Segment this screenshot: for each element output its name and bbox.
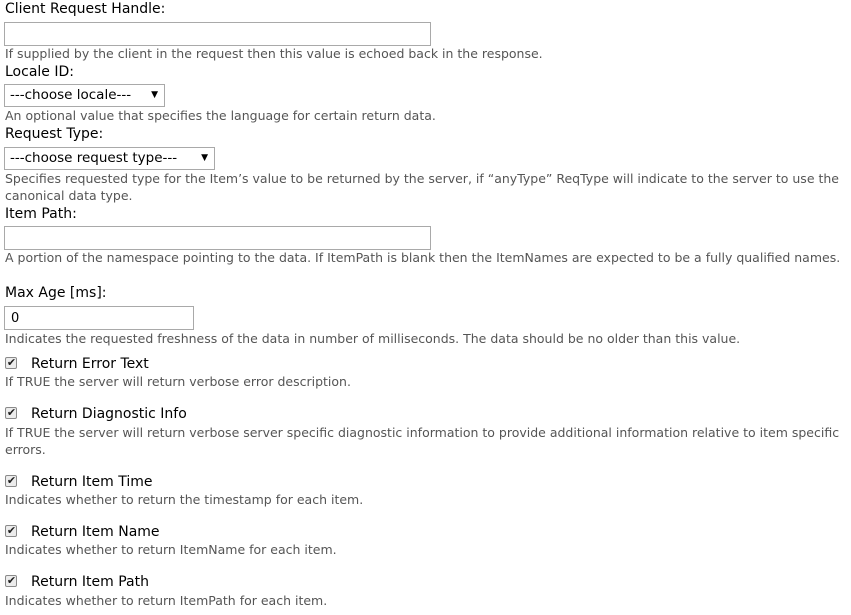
checkmark-icon: ✔ (6, 406, 17, 419)
locale-id-select[interactable]: ---choose locale--- ▼ (4, 84, 165, 107)
checkmark-icon: ✔ (6, 524, 17, 537)
max-age-label: Max Age [ms]: (5, 285, 107, 301)
return-diagnostic-info-label: Return Diagnostic Info (31, 406, 187, 422)
item-path-label: Item Path: (5, 206, 77, 222)
checkmark-icon: ✔ (6, 474, 17, 487)
return-item-path-help: Indicates whether to return ItemPath for… (5, 593, 328, 608)
checkmark-icon: ✔ (6, 356, 17, 369)
max-age-help: Indicates the requested freshness of the… (5, 331, 741, 346)
return-error-text-label: Return Error Text (31, 356, 149, 372)
return-item-time-help: Indicates whether to return the timestam… (5, 492, 364, 507)
return-error-text-checkbox[interactable]: ✔ (5, 356, 17, 369)
item-path-help: A portion of the namespace pointing to t… (5, 250, 841, 265)
read-options-form: Client Request Handle: If supplied by th… (0, 0, 851, 615)
item-path-input[interactable] (4, 226, 431, 250)
return-item-path-checkbox[interactable]: ✔ (5, 574, 17, 587)
request-type-help: Specifies requested type for the Item’s … (5, 171, 839, 203)
chevron-down-icon: ▼ (201, 153, 208, 163)
client-request-handle-input[interactable] (4, 22, 431, 46)
return-error-text-help: If TRUE the server will return verbose e… (5, 374, 351, 389)
request-type-label: Request Type: (5, 126, 104, 142)
return-item-time-label: Return Item Time (31, 474, 153, 490)
checkmark-icon: ✔ (6, 574, 17, 587)
return-item-name-label: Return Item Name (31, 524, 160, 540)
request-type-select[interactable]: ---choose request type--- ▼ (4, 147, 215, 170)
locale-id-label: Locale ID: (5, 64, 74, 80)
return-item-name-checkbox[interactable]: ✔ (5, 524, 17, 537)
return-item-time-checkbox[interactable]: ✔ (5, 474, 17, 487)
return-diagnostic-info-checkbox[interactable]: ✔ (5, 406, 17, 419)
return-item-path-label: Return Item Path (31, 574, 149, 590)
locale-id-selected-value: ---choose locale--- (10, 87, 132, 103)
chevron-down-icon: ▼ (151, 90, 158, 100)
return-item-name-help: Indicates whether to return ItemName for… (5, 542, 337, 557)
client-request-handle-label: Client Request Handle: (5, 1, 166, 17)
return-diagnostic-info-help: If TRUE the server will return verbose s… (5, 425, 840, 457)
client-request-handle-help: If supplied by the client in the request… (5, 46, 543, 61)
locale-id-help: An optional value that specifies the lan… (5, 108, 436, 123)
max-age-input[interactable] (4, 306, 194, 330)
request-type-selected-value: ---choose request type--- (10, 150, 178, 166)
